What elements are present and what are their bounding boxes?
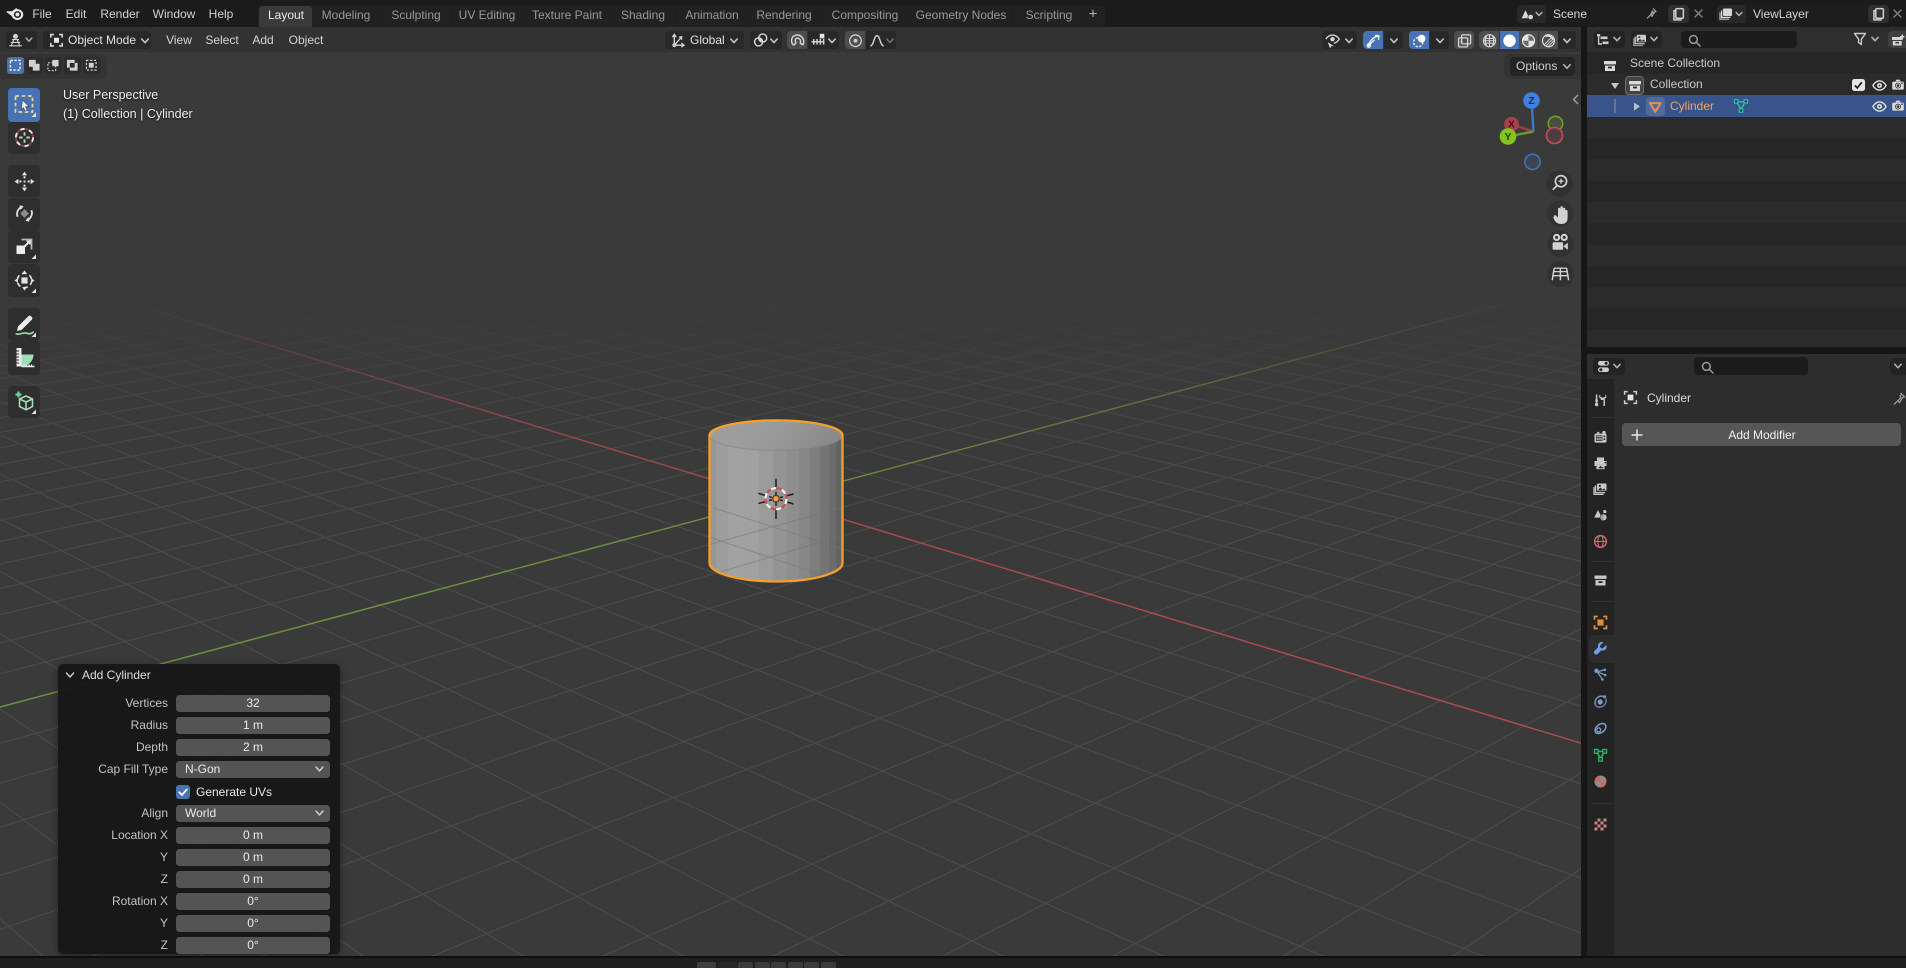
svg-text:Y: Y [1504, 131, 1511, 143]
svg-text:Z: Z [1528, 95, 1535, 107]
svg-text:X: X [1508, 120, 1515, 131]
